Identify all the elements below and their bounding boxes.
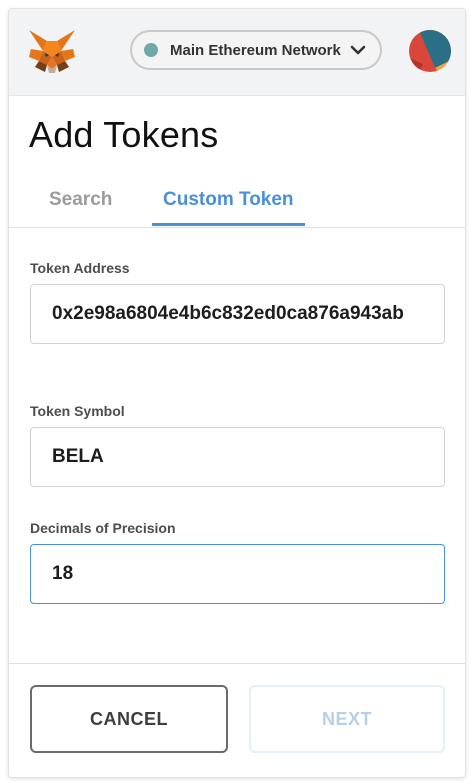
token-symbol-input[interactable] <box>30 427 445 487</box>
token-address-label: Token Address <box>30 260 130 276</box>
tab-search[interactable]: Search <box>49 189 112 211</box>
network-selector[interactable]: Main Ethereum Network <box>130 30 382 70</box>
chevron-down-icon <box>350 45 366 55</box>
active-tab-indicator <box>152 223 305 226</box>
app-header: Main Ethereum Network <box>9 9 465 96</box>
token-symbol-label: Token Symbol <box>30 403 125 419</box>
account-avatar[interactable] <box>409 30 451 72</box>
tab-bar: Search Custom Token <box>9 185 465 228</box>
identicon-avatar-icon <box>409 30 451 72</box>
decimals-label: Decimals of Precision <box>30 520 176 536</box>
cancel-button[interactable]: CANCEL <box>30 685 228 753</box>
metamask-fox-icon[interactable] <box>27 27 77 75</box>
decimals-input[interactable] <box>30 544 445 604</box>
token-address-input[interactable] <box>30 284 445 344</box>
next-button[interactable]: NEXT <box>249 685 445 753</box>
metamask-popup: Main Ethereum Network Add Tokens Search … <box>8 8 466 778</box>
tab-custom-token[interactable]: Custom Token <box>163 189 294 211</box>
footer-divider <box>9 663 465 664</box>
network-label: Main Ethereum Network <box>170 42 341 59</box>
page-title: Add Tokens <box>29 114 219 155</box>
network-status-dot <box>144 43 158 57</box>
